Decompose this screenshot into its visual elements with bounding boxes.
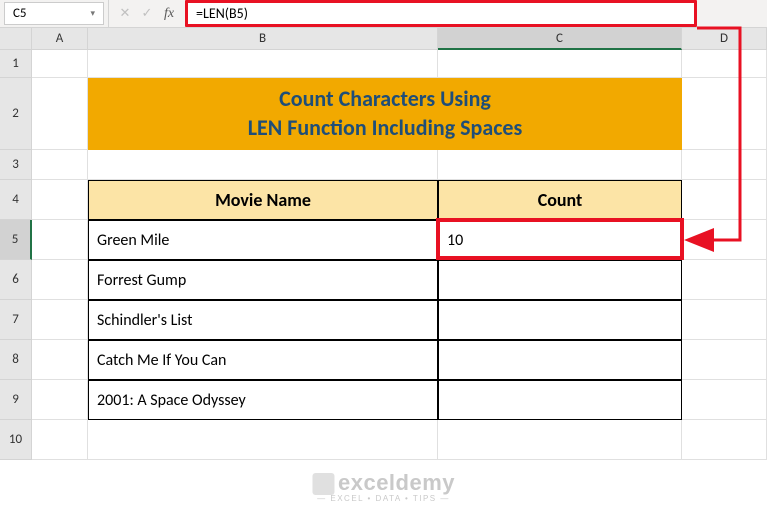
cell-B6[interactable]: Forrest Gump bbox=[88, 260, 438, 300]
formula-input[interactable]: =LEN(B5) bbox=[185, 0, 697, 27]
cell-B5[interactable]: Green Mile bbox=[88, 220, 438, 260]
cell-C6[interactable] bbox=[438, 260, 682, 300]
watermark-tagline: — EXCEL • DATA • TIPS — bbox=[312, 494, 455, 503]
cell-D7[interactable] bbox=[682, 300, 767, 340]
cell-D5[interactable] bbox=[682, 220, 767, 260]
cell-C10[interactable] bbox=[438, 420, 682, 460]
formula-bar: C5 ▾ ✕ ✓ fx =LEN(B5) bbox=[0, 0, 767, 28]
select-all-corner[interactable] bbox=[0, 28, 32, 50]
row-header-7[interactable]: 7 bbox=[0, 300, 32, 340]
cell-C3[interactable] bbox=[438, 150, 682, 180]
cell-D6[interactable] bbox=[682, 260, 767, 300]
cell-B9[interactable]: 2001: A Space Odyssey bbox=[88, 380, 438, 420]
cell-A10[interactable] bbox=[32, 420, 88, 460]
formula-text: =LEN(B5) bbox=[196, 5, 248, 22]
title-text: Count Characters Using LEN Function Incl… bbox=[248, 85, 523, 142]
col-header-D[interactable]: D bbox=[682, 28, 767, 50]
cell-D8[interactable] bbox=[682, 340, 767, 380]
cell-D1[interactable] bbox=[682, 50, 767, 78]
row-header-1[interactable]: 1 bbox=[0, 50, 32, 78]
row-header-8[interactable]: 8 bbox=[0, 340, 32, 380]
cell-D9[interactable] bbox=[682, 380, 767, 420]
cell-B7[interactable]: Schindler's List bbox=[88, 300, 438, 340]
name-box-value: C5 bbox=[13, 6, 27, 21]
watermark-brand: exceldemy bbox=[338, 470, 455, 495]
cell-C5[interactable]: 10 bbox=[438, 220, 682, 260]
cell-B1[interactable] bbox=[88, 50, 438, 78]
cell-A2[interactable] bbox=[32, 78, 88, 150]
row-header-6[interactable]: 6 bbox=[0, 260, 32, 300]
name-box[interactable]: C5 ▾ bbox=[4, 2, 104, 25]
col-header-A[interactable]: A bbox=[32, 28, 88, 50]
cell-C7[interactable] bbox=[438, 300, 682, 340]
cancel-icon[interactable]: ✕ bbox=[115, 4, 135, 24]
header-movie[interactable]: Movie Name bbox=[88, 180, 438, 220]
row-header-3[interactable]: 3 bbox=[0, 150, 32, 180]
row-header-2[interactable]: 2 bbox=[0, 78, 32, 150]
cell-A1[interactable] bbox=[32, 50, 88, 78]
cell-A8[interactable] bbox=[32, 340, 88, 380]
cell-A9[interactable] bbox=[32, 380, 88, 420]
col-header-C[interactable]: C bbox=[438, 28, 682, 50]
spreadsheet-grid: A B C D 1 2 Count Characters Using LEN F… bbox=[0, 28, 767, 460]
row-header-4[interactable]: 4 bbox=[0, 180, 32, 220]
cell-B3[interactable] bbox=[88, 150, 438, 180]
cell-B10[interactable] bbox=[88, 420, 438, 460]
cell-A5[interactable] bbox=[32, 220, 88, 260]
fx-icon[interactable]: fx bbox=[159, 4, 179, 24]
col-header-B[interactable]: B bbox=[88, 28, 438, 50]
cell-C8[interactable] bbox=[438, 340, 682, 380]
cell-D2[interactable] bbox=[682, 78, 767, 150]
row-header-10[interactable]: 10 bbox=[0, 420, 32, 460]
row-header-9[interactable]: 9 bbox=[0, 380, 32, 420]
formula-bar-buttons: ✕ ✓ fx bbox=[108, 0, 185, 27]
title-cell[interactable]: Count Characters Using LEN Function Incl… bbox=[88, 78, 682, 150]
cell-A7[interactable] bbox=[32, 300, 88, 340]
chevron-down-icon[interactable]: ▾ bbox=[90, 8, 95, 19]
header-count[interactable]: Count bbox=[438, 180, 682, 220]
enter-icon[interactable]: ✓ bbox=[137, 4, 157, 24]
cell-C9[interactable] bbox=[438, 380, 682, 420]
cell-A3[interactable] bbox=[32, 150, 88, 180]
cell-D10[interactable] bbox=[682, 420, 767, 460]
cell-A6[interactable] bbox=[32, 260, 88, 300]
cell-C1[interactable] bbox=[438, 50, 682, 78]
watermark: exceldemy — EXCEL • DATA • TIPS — bbox=[312, 470, 455, 503]
cell-A4[interactable] bbox=[32, 180, 88, 220]
cell-D4[interactable] bbox=[682, 180, 767, 220]
cell-B8[interactable]: Catch Me If You Can bbox=[88, 340, 438, 380]
row-header-5[interactable]: 5 bbox=[0, 220, 32, 260]
cell-D3[interactable] bbox=[682, 150, 767, 180]
watermark-icon bbox=[312, 473, 334, 495]
